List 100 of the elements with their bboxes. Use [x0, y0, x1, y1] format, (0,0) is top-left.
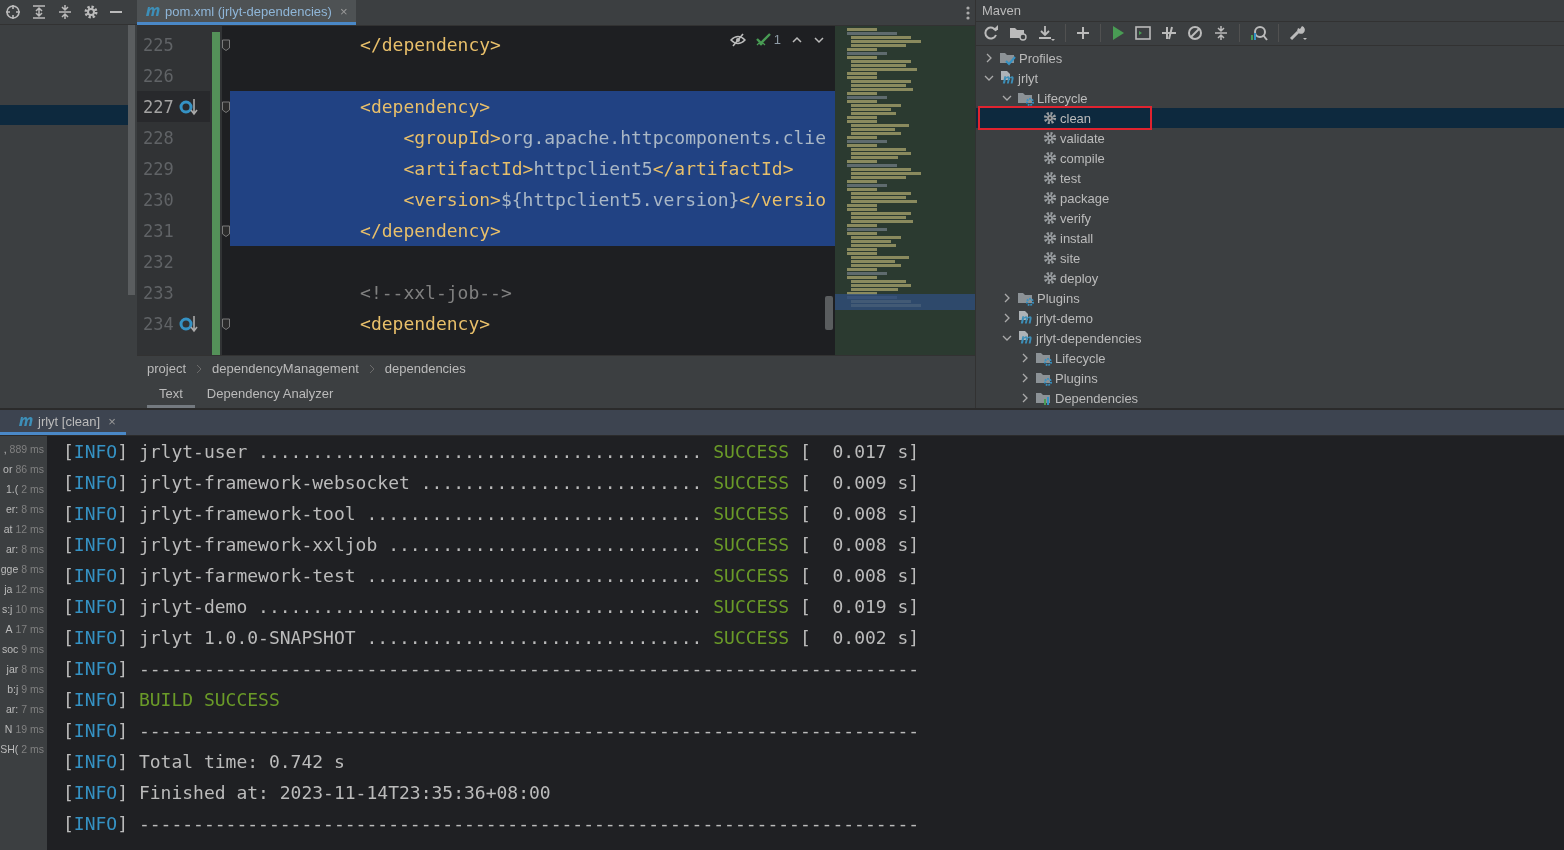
- separator-icon: [196, 363, 203, 374]
- close-icon[interactable]: ×: [339, 3, 348, 19]
- task-label: ja: [4, 583, 13, 595]
- code-line: <dependency>: [359, 313, 491, 334]
- tree-item[interactable]: Profiles: [976, 48, 1564, 68]
- gear-icon: [1043, 251, 1057, 265]
- file-tab[interactable]: pom.xml (jrlyt-dependencies) ×: [137, 0, 356, 25]
- chevron-right-icon[interactable]: [1020, 373, 1030, 383]
- folder-gear-icon: [1035, 350, 1052, 366]
- tree-item[interactable]: Plugins: [976, 288, 1564, 308]
- task-duration: 2 ms: [21, 743, 44, 755]
- tree-item[interactable]: verify: [976, 208, 1564, 228]
- chevron-right-icon[interactable]: [1020, 393, 1030, 403]
- crosshair-icon[interactable]: [5, 4, 21, 20]
- fold-marker-icon[interactable]: [222, 224, 230, 237]
- close-icon[interactable]: ×: [108, 413, 116, 429]
- terminal-icon[interactable]: [1135, 26, 1151, 41]
- tree-item[interactable]: jrlyt: [976, 68, 1564, 88]
- chevron-right-icon[interactable]: [1002, 293, 1012, 303]
- tree-item[interactable]: Lifecycle: [976, 88, 1564, 108]
- tree-item[interactable]: compile: [976, 148, 1564, 168]
- task-duration: 8 ms: [21, 543, 44, 555]
- run-icon[interactable]: [1111, 25, 1125, 42]
- chevron-right-icon[interactable]: [984, 53, 994, 63]
- task-duration: 8 ms: [21, 503, 44, 515]
- tree-item[interactable]: Plugins: [976, 368, 1564, 388]
- task-duration: 9 ms: [21, 643, 44, 655]
- task-label: s:j: [1, 603, 13, 615]
- tree-item[interactable]: Dependencies: [976, 388, 1564, 408]
- chevron-right-icon[interactable]: [1020, 353, 1030, 363]
- panel-title: Maven: [982, 2, 1022, 18]
- console-line: [INFO] jrlyt-user ......................................... SUCCESS [ 0.017 s]: [63, 441, 920, 462]
- analyzer-icon[interactable]: [1250, 25, 1268, 42]
- chevron-right-icon[interactable]: [1002, 313, 1012, 323]
- task-label: N: [4, 723, 13, 735]
- skip-tests-icon[interactable]: [1187, 25, 1203, 42]
- refresh-icon[interactable]: [983, 25, 999, 42]
- task-label: b:j: [7, 683, 19, 695]
- settings-icon[interactable]: [83, 4, 99, 20]
- task-duration: 86 ms: [15, 463, 44, 475]
- module-icon: [1017, 310, 1033, 326]
- console-line: [INFO] jrlyt-framework-websocket .......................... SUCCESS [ 0.009 s]: [63, 472, 920, 493]
- breadcrumb[interactable]: dependencies: [384, 361, 466, 376]
- code-line: <groupId>org.apache.httpcomponents.clie: [402, 127, 827, 148]
- task-label: er:: [5, 503, 19, 515]
- scrollbar[interactable]: [128, 25, 135, 295]
- breadcrumb[interactable]: project: [147, 361, 187, 376]
- scrollbar-thumb[interactable]: [825, 296, 833, 330]
- folder-gear-icon: [1017, 290, 1034, 306]
- tree-item[interactable]: package: [976, 188, 1564, 208]
- chevron-down-icon[interactable]: [1002, 93, 1012, 103]
- check-icon[interactable]: [755, 32, 772, 47]
- add-folder-icon[interactable]: [1009, 25, 1027, 42]
- console-line: [INFO] ------------------------------------------------------------------------: [63, 658, 920, 679]
- tree-item[interactable]: site: [976, 248, 1564, 268]
- expand-all-icon[interactable]: [31, 4, 47, 20]
- task-label: SH(: [0, 743, 19, 755]
- task-label: ar:: [5, 543, 19, 555]
- tree-item[interactable]: jrlyt-demo: [976, 308, 1564, 328]
- task-duration: 10 ms: [15, 603, 44, 615]
- code-line: </dependency>: [359, 220, 501, 241]
- tree-item[interactable]: jrlyt-dependencies: [976, 328, 1564, 348]
- task-label: ,: [3, 443, 7, 455]
- task-duration: 2 ms: [21, 483, 44, 495]
- tree-item[interactable]: Lifecycle: [976, 348, 1564, 368]
- code-line: <artifactId>httpclient5</artifactId>: [402, 158, 794, 179]
- console-line: [INFO] Total time: 0.742 s: [63, 751, 345, 772]
- tree-item[interactable]: test: [976, 168, 1564, 188]
- fold-marker-icon[interactable]: [222, 317, 230, 330]
- folder-gear-icon: [1035, 370, 1052, 386]
- task-label: ar:: [5, 703, 19, 715]
- more-options-icon[interactable]: [965, 4, 971, 21]
- collapse-all-icon[interactable]: [1213, 25, 1229, 42]
- inspection-count: 1: [773, 32, 781, 47]
- task-duration: 19 ms: [15, 723, 44, 735]
- view-tab[interactable]: Dependency Analyzer: [194, 381, 346, 408]
- chevron-down-icon[interactable]: [1002, 333, 1012, 343]
- breadcrumb[interactable]: dependencyManagement: [212, 361, 359, 376]
- override-icon: [178, 313, 199, 334]
- toggle-offline-icon[interactable]: [1161, 25, 1177, 42]
- folder-chart-icon: [1035, 390, 1052, 406]
- task-duration: 17 ms: [15, 623, 44, 635]
- tree-item[interactable]: deploy: [976, 268, 1564, 288]
- add-icon[interactable]: [1076, 26, 1090, 41]
- chevron-down-icon[interactable]: [984, 73, 994, 83]
- tree-item[interactable]: validate: [976, 128, 1564, 148]
- download-icon[interactable]: [1037, 25, 1055, 42]
- tree-item[interactable]: clean: [976, 108, 1564, 128]
- hidden-eye-icon[interactable]: [729, 32, 746, 47]
- collapse-all-icon[interactable]: [57, 4, 73, 20]
- fold-marker-icon[interactable]: [222, 100, 230, 113]
- tree-item[interactable]: install: [976, 228, 1564, 248]
- gear-icon: [1043, 211, 1057, 225]
- console-line: [INFO] BUILD SUCCESS: [63, 689, 280, 710]
- fold-marker-icon[interactable]: [222, 38, 230, 51]
- chevron-down-icon[interactable]: [813, 34, 825, 45]
- line-number: 227: [143, 96, 174, 117]
- chevron-up-icon[interactable]: [791, 34, 803, 45]
- wrench-icon[interactable]: [1289, 25, 1307, 42]
- task-duration: 8 ms: [21, 563, 44, 575]
